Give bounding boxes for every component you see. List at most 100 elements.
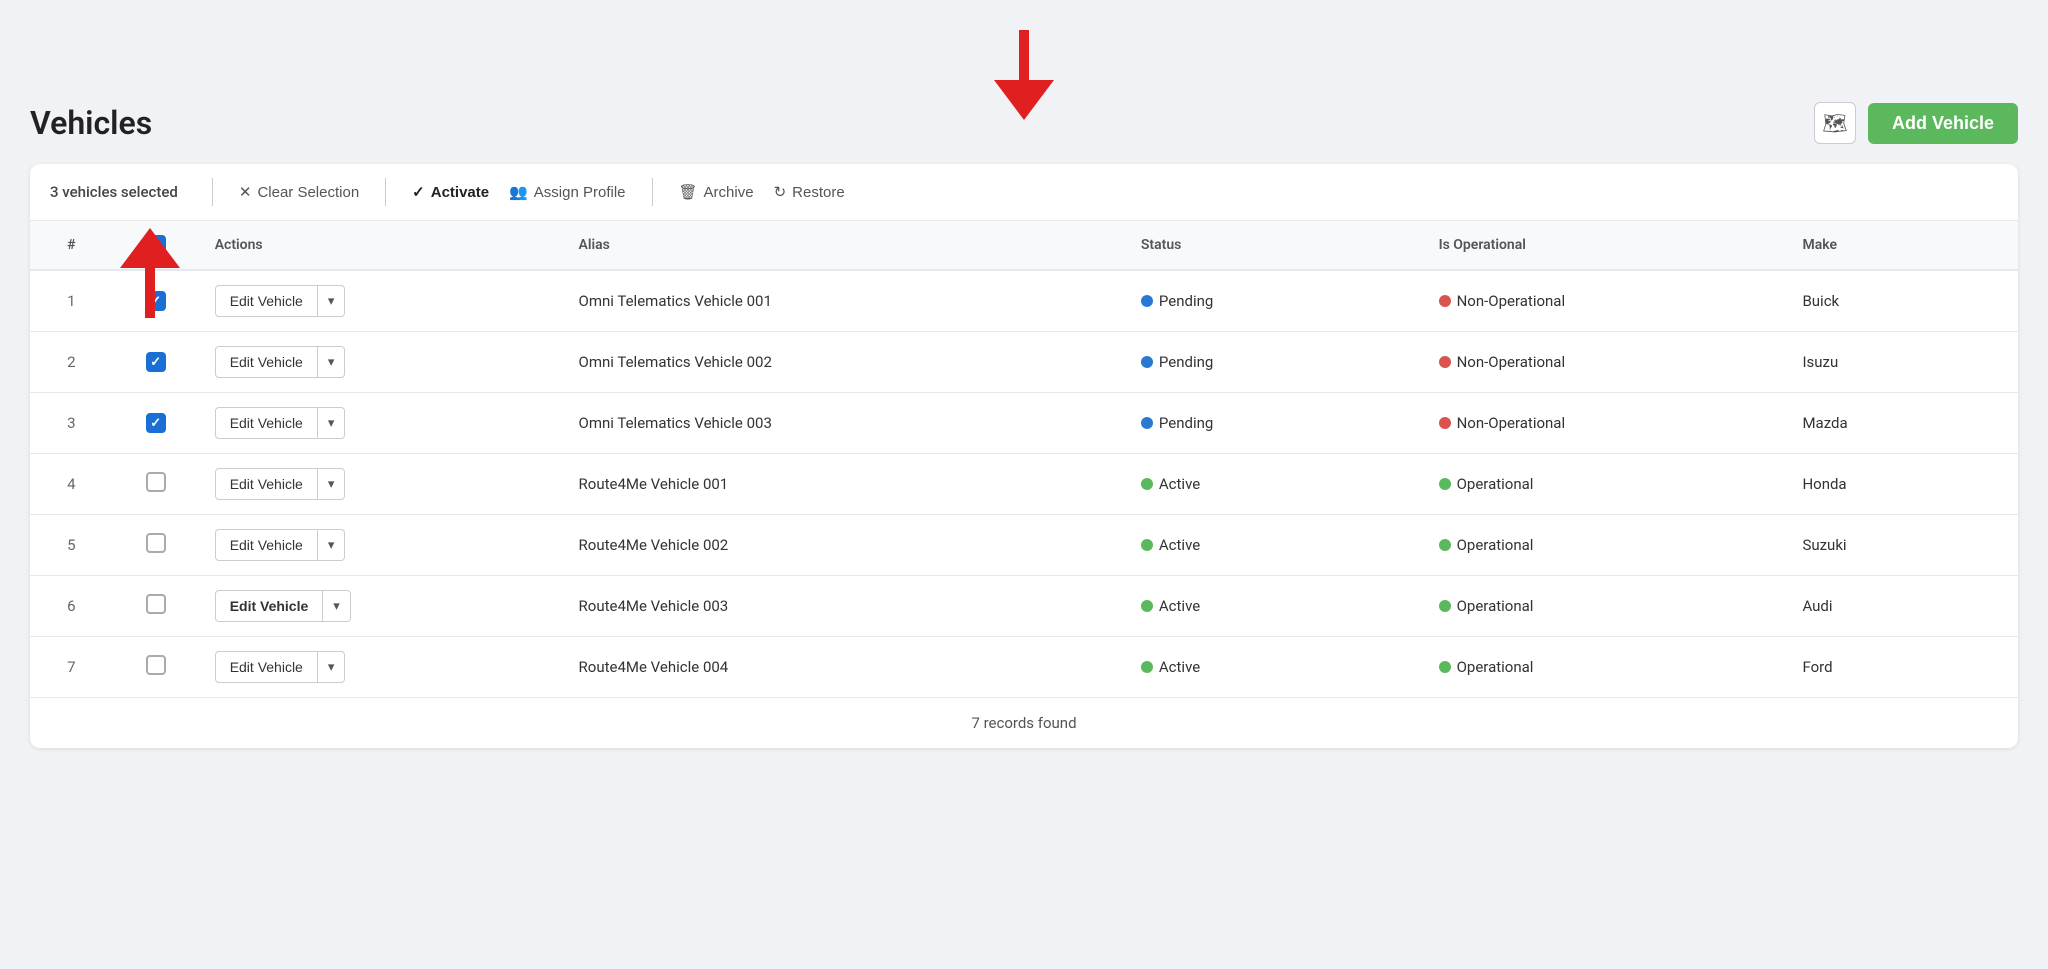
header-actions: 🗺 Add Vehicle: [1814, 102, 2018, 144]
add-vehicle-button[interactable]: Add Vehicle: [1868, 103, 2018, 144]
action-dropdown-button[interactable]: ▾: [318, 285, 346, 317]
status-label: Pending: [1159, 353, 1213, 371]
row-checkbox[interactable]: [146, 655, 166, 675]
row-select-cell[interactable]: [113, 454, 199, 515]
col-select-all[interactable]: [113, 221, 199, 270]
operational-dot-icon: [1439, 356, 1451, 368]
row-actions-cell: Edit Vehicle▾: [199, 637, 563, 698]
checkmark-icon: ✓: [412, 183, 425, 201]
status-dot-icon: [1141, 478, 1153, 490]
action-dropdown-button[interactable]: ▾: [318, 407, 346, 439]
operational-dot-icon: [1439, 539, 1451, 551]
assign-profile-label: Assign Profile: [534, 184, 626, 201]
row-make: Ford: [1786, 637, 2018, 698]
assign-profile-button[interactable]: 👥 Assign Profile: [499, 179, 635, 205]
row-select-cell[interactable]: [113, 515, 199, 576]
row-status: Active: [1125, 637, 1423, 698]
row-status: Active: [1125, 454, 1423, 515]
row-make: Honda: [1786, 454, 2018, 515]
col-status: Status: [1125, 221, 1423, 270]
row-actions-cell: Edit Vehicle▾: [199, 393, 563, 454]
operational-dot-icon: [1439, 478, 1451, 490]
row-alias: Omni Telematics Vehicle 003: [563, 393, 1125, 454]
row-select-cell[interactable]: [113, 637, 199, 698]
map-icon: 🗺: [1822, 111, 1847, 136]
row-operational: Non-Operational: [1423, 393, 1787, 454]
row-number: 1: [30, 270, 113, 332]
operational-dot-icon: [1439, 661, 1451, 673]
row-checkbox[interactable]: [146, 533, 166, 553]
row-select-cell[interactable]: [113, 393, 199, 454]
action-dropdown-button[interactable]: ▾: [318, 468, 346, 500]
row-checkbox[interactable]: [146, 352, 166, 372]
row-number: 5: [30, 515, 113, 576]
row-actions-cell: Edit Vehicle▾: [199, 270, 563, 332]
operational-label: Non-Operational: [1457, 292, 1566, 310]
restore-label: Restore: [792, 184, 845, 201]
row-checkbox[interactable]: [146, 291, 166, 311]
edit-vehicle-button[interactable]: Edit Vehicle: [215, 346, 318, 378]
row-number: 3: [30, 393, 113, 454]
select-all-checkbox[interactable]: [146, 235, 166, 255]
edit-vehicle-button[interactable]: Edit Vehicle: [215, 590, 324, 622]
action-dropdown-button[interactable]: ▾: [318, 529, 346, 561]
activate-button[interactable]: ✓ Activate: [402, 179, 499, 205]
row-operational: Operational: [1423, 454, 1787, 515]
assign-icon: 👥: [509, 183, 528, 201]
toolbar-divider-3: [652, 178, 653, 206]
row-checkbox[interactable]: [146, 594, 166, 614]
restore-button[interactable]: ↻ Restore: [764, 179, 855, 205]
archive-button[interactable]: 🗑 Archive: [669, 179, 764, 205]
row-operational: Operational: [1423, 637, 1787, 698]
restore-icon: ↻: [774, 183, 787, 201]
row-select-cell[interactable]: [113, 270, 199, 332]
row-make: Audi: [1786, 576, 2018, 637]
status-label: Pending: [1159, 292, 1213, 310]
row-select-cell[interactable]: [113, 332, 199, 393]
col-make: Make: [1786, 221, 2018, 270]
row-actions-cell: Edit Vehicle▾: [199, 515, 563, 576]
edit-vehicle-button[interactable]: Edit Vehicle: [215, 651, 318, 683]
action-dropdown-button[interactable]: ▾: [323, 590, 351, 622]
row-operational: Operational: [1423, 515, 1787, 576]
edit-vehicle-button[interactable]: Edit Vehicle: [215, 468, 318, 500]
row-alias: Route4Me Vehicle 001: [563, 454, 1125, 515]
edit-vehicle-button[interactable]: Edit Vehicle: [215, 529, 318, 561]
table-row: 4Edit Vehicle▾Route4Me Vehicle 001Active…: [30, 454, 2018, 515]
row-checkbox[interactable]: [146, 413, 166, 433]
clear-selection-button[interactable]: ✕ Clear Selection: [229, 179, 369, 205]
row-status: Pending: [1125, 393, 1423, 454]
vehicles-card: 3 vehicles selected ✕ Clear Selection ✓ …: [30, 164, 2018, 748]
status-dot-icon: [1141, 600, 1153, 612]
col-actions: Actions: [199, 221, 563, 270]
map-icon-button[interactable]: 🗺: [1814, 102, 1856, 144]
action-dropdown-button[interactable]: ▾: [318, 346, 346, 378]
col-number: #: [30, 221, 113, 270]
row-actions-cell: Edit Vehicle▾: [199, 454, 563, 515]
col-alias: Alias: [563, 221, 1125, 270]
status-dot-icon: [1141, 661, 1153, 673]
table-row: 6Edit Vehicle▾Route4Me Vehicle 003Active…: [30, 576, 2018, 637]
row-status: Active: [1125, 515, 1423, 576]
row-checkbox[interactable]: [146, 472, 166, 492]
status-dot-icon: [1141, 295, 1153, 307]
action-dropdown-button[interactable]: ▾: [318, 651, 346, 683]
archive-icon: 🗑: [679, 183, 698, 201]
operational-label: Operational: [1457, 597, 1534, 615]
row-make: Mazda: [1786, 393, 2018, 454]
row-alias: Route4Me Vehicle 002: [563, 515, 1125, 576]
status-label: Active: [1159, 475, 1200, 493]
operational-dot-icon: [1439, 600, 1451, 612]
row-number: 6: [30, 576, 113, 637]
clear-selection-label: Clear Selection: [257, 184, 359, 201]
clear-icon: ✕: [239, 183, 252, 201]
row-select-cell[interactable]: [113, 576, 199, 637]
records-found-label: 7 records found: [971, 714, 1076, 732]
row-actions-cell: Edit Vehicle▾: [199, 576, 563, 637]
edit-vehicle-button[interactable]: Edit Vehicle: [215, 407, 318, 439]
row-operational: Non-Operational: [1423, 332, 1787, 393]
row-make: Buick: [1786, 270, 2018, 332]
row-status: Pending: [1125, 332, 1423, 393]
edit-vehicle-button[interactable]: Edit Vehicle: [215, 285, 318, 317]
table-footer: 7 records found: [30, 697, 2018, 748]
